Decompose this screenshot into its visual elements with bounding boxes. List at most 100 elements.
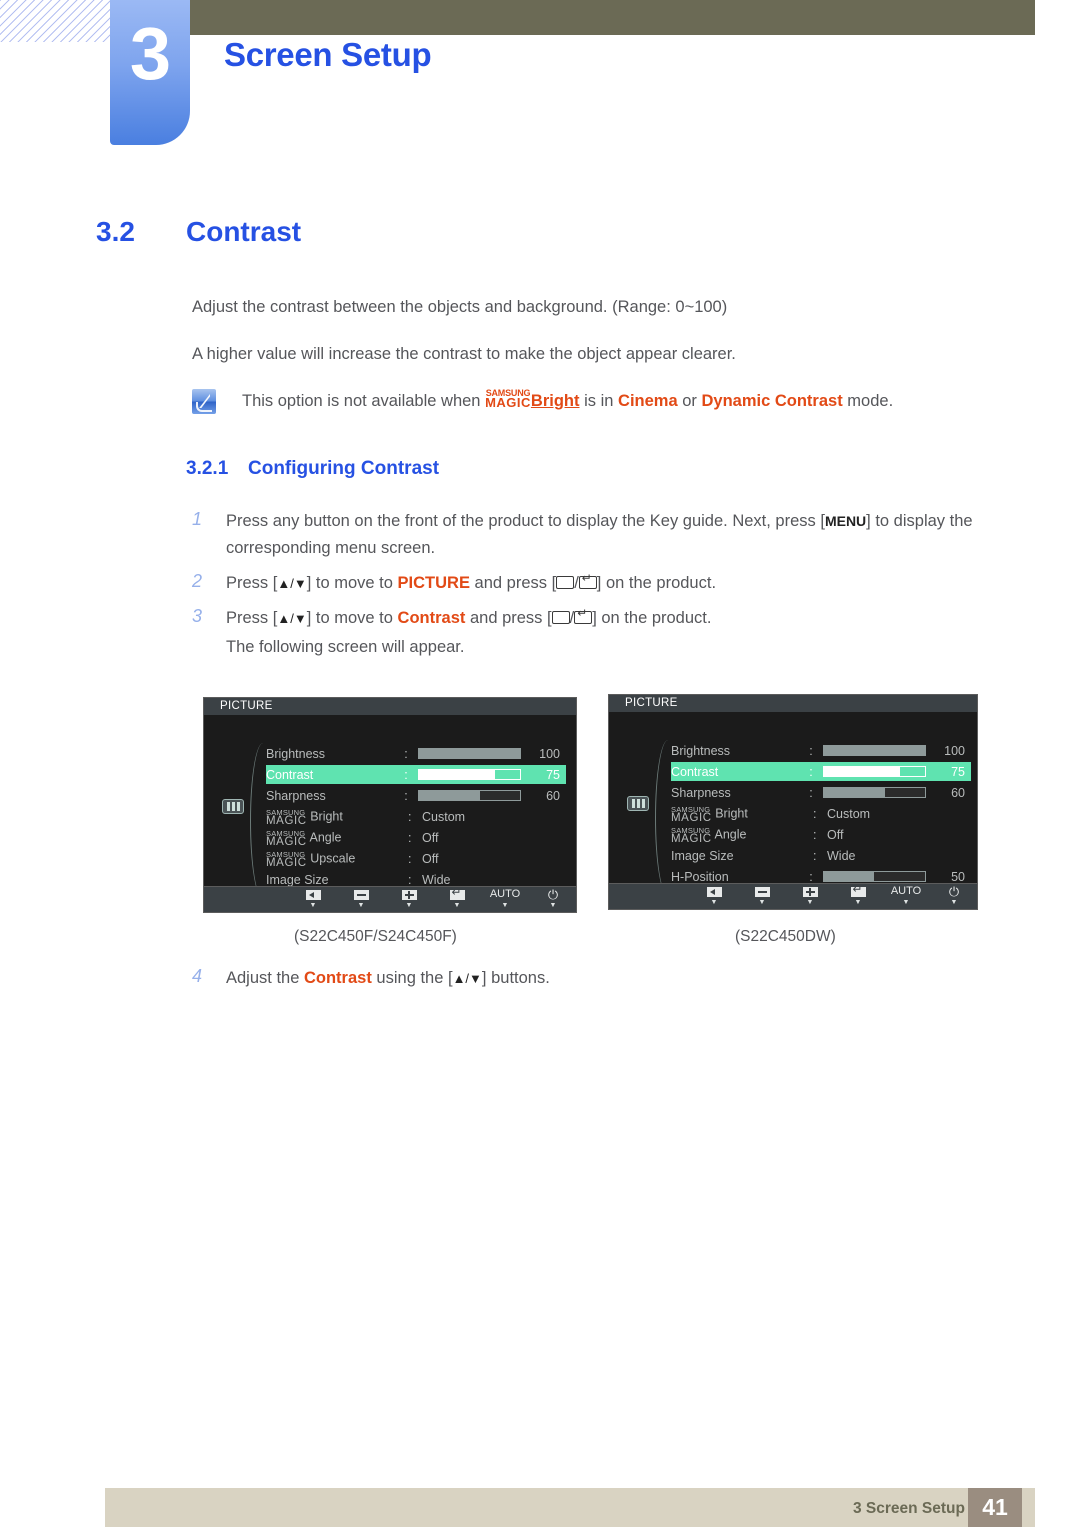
- osd-left-value-magic-angle: Off: [422, 830, 439, 845]
- osd-left-row-magic-upscale[interactable]: SAMSUNG MAGIC Upscale : Off: [266, 849, 566, 868]
- osd-right-label-magic-angle: SAMSUNG MAGIC Angle: [671, 826, 813, 845]
- enter-key-icon: [578, 572, 597, 589]
- magic-bottom: MAGIC: [485, 395, 531, 410]
- step-3-arrow-keys: ▲/▼: [277, 611, 307, 626]
- osd-left-value-contrast: 75: [546, 767, 561, 782]
- minus-icon: [353, 889, 369, 900]
- osd-right-caret-4: ▼: [902, 899, 910, 906]
- osd-left-row-magic-bright[interactable]: SAMSUNG MAGIC Bright : Custom: [266, 807, 566, 826]
- osd-left-row-contrast[interactable]: Contrast : 75: [266, 765, 566, 784]
- step-2-part1: Press [: [226, 574, 278, 592]
- osd-right-row-image-size[interactable]: Image Size : Wide: [671, 846, 971, 865]
- plus-icon: [401, 889, 417, 900]
- step-1-text: Press any button on the front of the pro…: [226, 508, 1016, 562]
- osd-screenshot-right: PICTURE Brightness : 100 Contrast : 75 S…: [608, 694, 978, 910]
- osd-right-colon-0: :: [809, 743, 813, 758]
- minus-icon-right: [754, 886, 770, 897]
- osd-right-btn-minus[interactable]: ▼: [745, 885, 779, 907]
- osd-right-btn-power[interactable]: ⏻ ▼: [937, 885, 971, 907]
- osd-left-magic-bot-5: MAGIC: [266, 856, 307, 869]
- osd-left-label-magic-upscale: SAMSUNG MAGIC Upscale: [266, 850, 408, 869]
- step-3-contrast-highlight: Contrast: [397, 609, 466, 627]
- chapter-title: Screen Setup: [224, 36, 432, 73]
- osd-left-btn-minus[interactable]: ▼: [344, 888, 378, 910]
- osd-right-value-magic-bright: Custom: [827, 806, 871, 821]
- osd-left-caption: (S22C450F/S24C450F): [294, 928, 457, 945]
- osd-left-caret-3: ▼: [453, 902, 461, 909]
- osd-left-label-contrast: Contrast: [266, 767, 314, 782]
- menu-key-label: MENU: [824, 513, 867, 529]
- enter-icon: [449, 886, 465, 900]
- subsection-title: Configuring Contrast: [248, 458, 440, 479]
- magic-logo: SAMSUNG MAGIC: [485, 389, 531, 410]
- osd-right-bar-contrast: [822, 766, 927, 777]
- step-3-number: 3: [192, 606, 203, 626]
- osd-left-label-magic-bright: SAMSUNG MAGIC Bright: [266, 808, 408, 827]
- note-text-before: This option is not available when: [242, 392, 481, 410]
- osd-left-value-image-size: Wide: [422, 872, 451, 887]
- step-3-part3: and press [: [469, 609, 552, 627]
- osd-left-colon-2: :: [404, 788, 408, 803]
- section-number: 3.2: [96, 216, 135, 247]
- osd-right-footer: ▼ ▼ ▼ ▼ AUTO ▼ ⏻ ▼: [609, 883, 977, 909]
- step-3-part2: ] to move to: [306, 609, 393, 627]
- osd-right-row-magic-bright[interactable]: SAMSUNG MAGIC Bright : Custom: [671, 804, 971, 823]
- osd-right-label-image-size: Image Size: [671, 848, 734, 863]
- osd-right-magic-suffix-3: Bright: [715, 805, 748, 820]
- osd-right-value-magic-angle: Off: [827, 827, 844, 842]
- plus-icon-right: [802, 886, 818, 897]
- osd-right-bar-brightness: [822, 745, 927, 756]
- osd-right-btn-enter[interactable]: ▼: [841, 883, 875, 907]
- osd-right-value-contrast: 75: [951, 764, 966, 779]
- power-icon: ⏻: [547, 887, 559, 902]
- step-2-part2: ] to move to: [306, 574, 393, 592]
- osd-right-btn-auto[interactable]: AUTO ▼: [889, 885, 923, 907]
- power-icon-right: ⏻: [948, 884, 960, 899]
- osd-left-label-brightness: Brightness: [266, 746, 326, 761]
- osd-left-magic-suffix-3: Bright: [310, 808, 343, 823]
- osd-left-value-magic-upscale: Off: [422, 851, 439, 866]
- osd-right-row-magic-angle[interactable]: SAMSUNG MAGIC Angle : Off: [671, 825, 971, 844]
- osd-right-label-brightness: Brightness: [671, 743, 731, 758]
- osd-left-magic-bot-3: MAGIC: [266, 814, 307, 827]
- body-paragraph-2: A higher value will increase the contras…: [192, 345, 736, 363]
- osd-right-btn-left[interactable]: ▼: [697, 885, 731, 907]
- osd-left-value-sharpness: 60: [546, 788, 561, 803]
- osd-left-bar-sharpness: [417, 790, 522, 801]
- osd-left-caret-0: ▼: [309, 902, 317, 909]
- osd-right-bar-h-position: [822, 871, 927, 882]
- osd-left-row-sharpness[interactable]: Sharpness : 60: [266, 786, 566, 805]
- osd-right-caption: (S22C450DW): [735, 928, 836, 945]
- osd-left-header: PICTURE: [204, 698, 576, 715]
- osd-left-btn-auto[interactable]: AUTO ▼: [488, 888, 522, 910]
- osd-right-label-contrast: Contrast: [671, 764, 719, 779]
- note-mode-dynamic-contrast: Dynamic Contrast: [701, 392, 843, 410]
- osd-right-row-brightness[interactable]: Brightness : 100: [671, 741, 971, 760]
- osd-left-colon-0: :: [404, 746, 408, 761]
- osd-left-bar-contrast: [417, 769, 522, 780]
- osd-right-row-sharpness[interactable]: Sharpness : 60: [671, 783, 971, 802]
- section-title: Contrast: [186, 216, 302, 247]
- step-2-part3: and press [: [474, 574, 557, 592]
- left-arrow-icon: [305, 889, 321, 900]
- osd-left-caret-4: ▼: [501, 902, 509, 909]
- picture-menu-icon: [222, 799, 244, 814]
- osd-right-colon-2: :: [809, 785, 813, 800]
- osd-left-btn-enter[interactable]: ▼: [440, 886, 474, 910]
- osd-right-bar-sharpness: [822, 787, 927, 798]
- step-3-part1: Press [: [226, 609, 278, 627]
- osd-left-row-brightness[interactable]: Brightness : 100: [266, 744, 566, 763]
- osd-left-btn-power[interactable]: ⏻ ▼: [536, 888, 570, 910]
- step-2-number: 2: [192, 571, 203, 591]
- osd-left-footer: ▼ ▼ ▼ ▼ AUTO ▼ ⏻ ▼: [204, 886, 576, 912]
- osd-left-row-magic-angle[interactable]: SAMSUNG MAGIC Angle : Off: [266, 828, 566, 847]
- step-4-text: Adjust the Contrast using the [▲/▼] butt…: [226, 965, 550, 992]
- osd-left-btn-left[interactable]: ▼: [296, 888, 330, 910]
- osd-right-row-contrast[interactable]: Contrast : 75: [671, 762, 971, 781]
- osd-right-magic-bot-4: MAGIC: [671, 832, 712, 845]
- osd-left-label-sharpness: Sharpness: [266, 788, 326, 803]
- osd-left-magic-bot-4: MAGIC: [266, 835, 307, 848]
- osd-left-btn-plus[interactable]: ▼: [392, 888, 426, 910]
- osd-left-colon-6: :: [408, 872, 412, 887]
- osd-right-btn-plus[interactable]: ▼: [793, 885, 827, 907]
